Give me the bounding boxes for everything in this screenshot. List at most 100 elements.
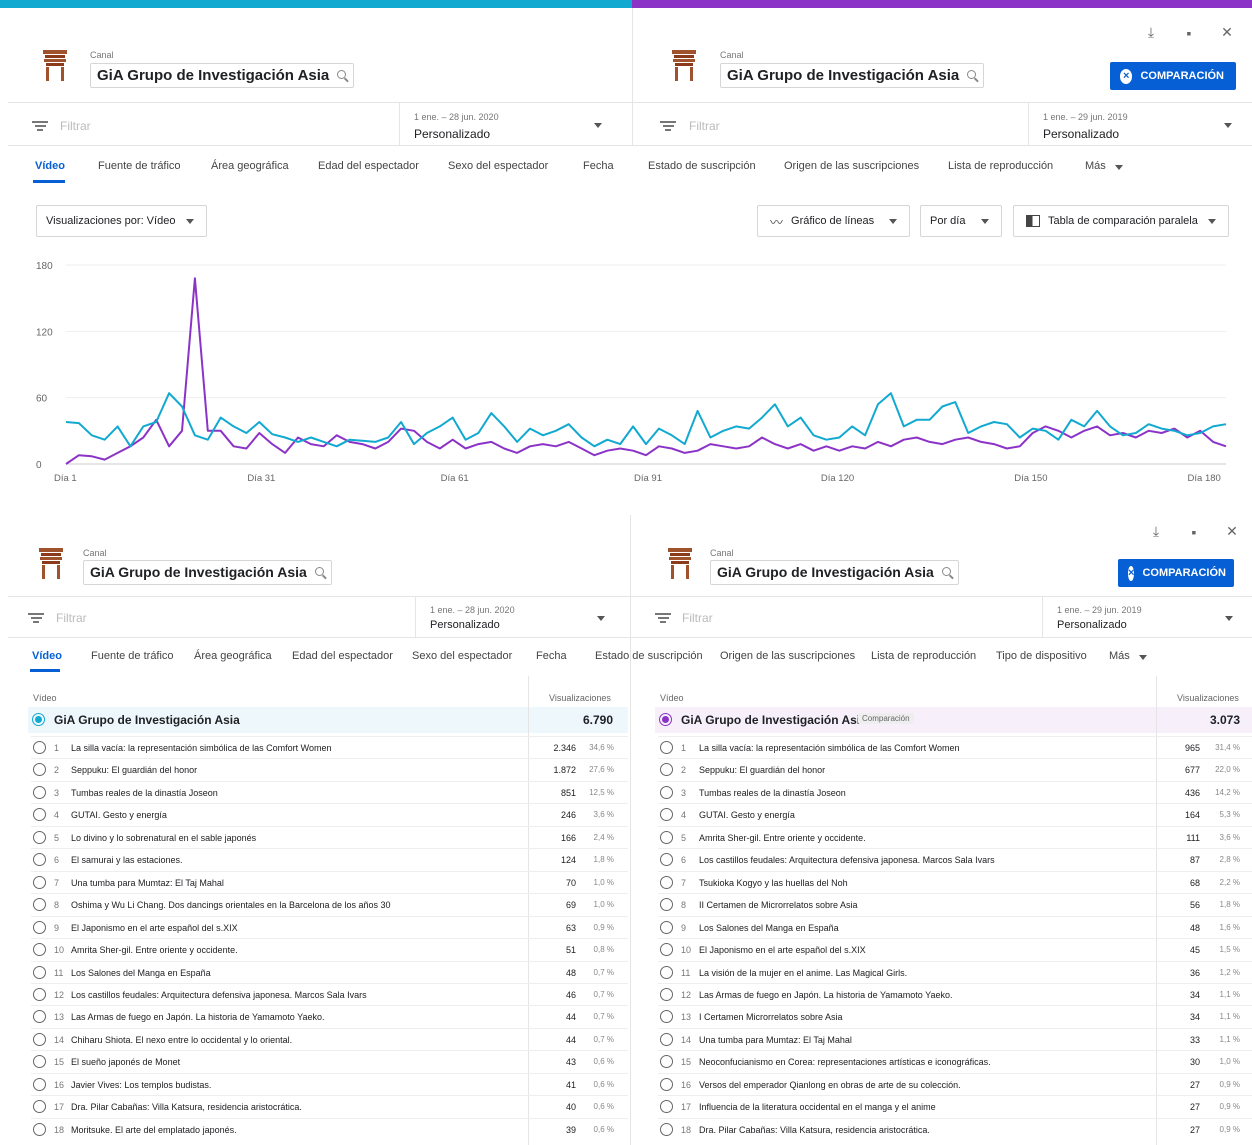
video-title[interactable]: Los castillos feudales: Arquitectura def…	[71, 990, 367, 1000]
video-title[interactable]: Las Armas de fuego en Japón. La historia…	[71, 1012, 325, 1022]
filter-icon[interactable]	[28, 613, 44, 623]
video-title[interactable]: El samurai y las estaciones.	[71, 855, 183, 865]
table-row[interactable]: 4 GUTAI. Gesto y energía 246 3,6 %	[31, 803, 628, 825]
radio-button[interactable]	[660, 830, 673, 844]
tab-area-geografica[interactable]: Área geográfica	[194, 650, 272, 662]
video-title[interactable]: GUTAI. Gesto y energía	[699, 810, 795, 820]
video-title[interactable]: II Certamen de Microrrelatos sobre Asia	[699, 900, 858, 910]
feedback-icon[interactable]: ▪	[1181, 25, 1197, 41]
table-row[interactable]: 10 El Japonismo en el arte español del s.…	[658, 938, 1252, 960]
table-row[interactable]: 5 Lo divino y lo sobrenatural en el sable…	[31, 825, 628, 848]
date-range-selector[interactable]: 1 ene. – 28 jun. 2020 Personalizado	[415, 597, 630, 637]
tab-origen-de-las-suscripciones[interactable]: Origen de las suscripciones	[784, 160, 919, 172]
column-header-views[interactable]: Visualizaciones	[1177, 693, 1239, 703]
comparison-button[interactable]: × COMPARACIÓN	[1110, 62, 1236, 90]
tab-estado-de-suscripcion[interactable]: Estado de suscripción	[648, 160, 756, 172]
tab-mas[interactable]: Más	[1085, 160, 1106, 172]
comparison-channel-selector[interactable]: GiA Grupo de Investigación Asia	[720, 63, 985, 88]
tab-edad-del-espectador[interactable]: Edad del espectador	[292, 650, 393, 662]
channel-selector[interactable]: GiA Grupo de Investigación Asia	[83, 560, 332, 585]
video-title[interactable]: Una tumba para Mumtaz: El Taj Mahal	[699, 1035, 852, 1045]
video-title[interactable]: Los Salones del Manga en España	[71, 968, 211, 978]
table-row[interactable]: 2 Seppuku: El guardián del honor 1.872 27,6…	[31, 758, 628, 780]
tab-lista-de-reproduccion[interactable]: Lista de reproducción	[948, 160, 1053, 172]
tab-lista-de-reproduccion[interactable]: Lista de reproducción	[871, 650, 976, 662]
table-row[interactable]: 6 Los castillos feudales: Arquitectura de…	[658, 848, 1252, 870]
radio-button[interactable]	[33, 1077, 46, 1091]
tab-tipo-de-dispositivo[interactable]: Tipo de dispositivo	[996, 650, 1087, 662]
video-title[interactable]: Dra. Pilar Cabañas: Villa Katsura, resid…	[699, 1125, 930, 1135]
radio-button[interactable]	[660, 741, 673, 754]
close-icon[interactable]: ✕	[1224, 523, 1240, 540]
radio-button[interactable]	[660, 965, 673, 979]
radio-button[interactable]	[33, 1100, 46, 1114]
radio-button[interactable]	[660, 1032, 673, 1046]
tab-video[interactable]: Vídeo	[35, 160, 65, 172]
radio-button[interactable]	[33, 943, 46, 957]
filter-input[interactable]: Filtrar	[682, 611, 713, 625]
video-title[interactable]: La silla vacía: la representación simból…	[71, 743, 331, 753]
video-title[interactable]: Versos del emperador Qianlong en obras d…	[699, 1080, 961, 1090]
video-title[interactable]: GUTAI. Gesto y energía	[71, 810, 167, 820]
radio-selected[interactable]	[32, 713, 45, 726]
filter-icon[interactable]	[660, 121, 676, 131]
radio-button[interactable]	[33, 830, 46, 844]
tab-sexo-del-espectador[interactable]: Sexo del espectador	[412, 650, 512, 662]
table-row[interactable]: 13 I Certamen Microrrelatos sobre Asia 34 1…	[658, 1005, 1252, 1027]
filter-input[interactable]: Filtrar	[56, 611, 87, 625]
table-row[interactable]: 8 Oshima y Wu Li Chang. Dos dancings orie…	[31, 893, 628, 915]
filter-icon[interactable]	[32, 121, 48, 131]
table-row[interactable]: 12 Las Armas de fuego en Japón. La histor…	[658, 982, 1252, 1005]
tab-estado-de-suscripcion[interactable]: Estado de suscripción	[595, 650, 703, 662]
metric-selector[interactable]: Visualizaciones por: Vídeo	[36, 205, 207, 237]
table-row[interactable]: 3 Tumbas reales de la dinastía Joseon 851 1…	[31, 780, 628, 803]
table-row[interactable]: 7 Tsukioka Kogyo y las huellas del Noh 68 2…	[658, 870, 1252, 893]
comparison-channel-selector[interactable]: GiA Grupo de Investigación Asia	[710, 560, 959, 585]
table-row[interactable]: 11 La visión de la mujer en el anime. Las…	[658, 960, 1252, 983]
radio-button[interactable]	[33, 920, 46, 934]
tab-edad-del-espectador[interactable]: Edad del espectador	[318, 160, 419, 172]
radio-button[interactable]	[33, 1122, 46, 1136]
radio-button[interactable]	[660, 898, 673, 912]
tab-video[interactable]: Vídeo	[32, 650, 62, 662]
video-title[interactable]: Dra. Pilar Cabañas: Villa Katsura, resid…	[71, 1102, 302, 1112]
video-title[interactable]: La silla vacía: la representación simból…	[699, 743, 959, 753]
tab-fuente-de-trafico[interactable]: Fuente de tráfico	[98, 160, 181, 172]
video-title[interactable]: El Japonismo en el arte español del s.XI…	[699, 945, 866, 955]
table-row[interactable]: 15 Neoconfucianismo en Corea: representac…	[658, 1050, 1252, 1072]
video-title[interactable]: Neoconfucianismo en Corea: representacio…	[699, 1057, 991, 1067]
table-row[interactable]: 7 Una tumba para Mumtaz: El Taj Mahal 70 1,…	[31, 870, 628, 893]
video-title[interactable]: Javier Vives: Los templos budistas.	[71, 1080, 211, 1090]
column-header-video[interactable]: Vídeo	[660, 693, 684, 703]
table-row[interactable]: 17 Dra. Pilar Cabañas: Villa Katsura, res…	[31, 1095, 628, 1117]
table-row[interactable]: 8 II Certamen de Microrrelatos sobre Asia…	[658, 893, 1252, 915]
radio-button[interactable]	[33, 808, 46, 822]
video-title[interactable]: Seppuku: El guardián del honor	[699, 765, 825, 775]
table-row[interactable]: 9 El Japonismo en el arte español del s.X…	[31, 915, 628, 938]
tab-fecha[interactable]: Fecha	[583, 160, 614, 172]
video-title[interactable]: Oshima y Wu Li Chang. Dos dancings orien…	[71, 900, 391, 910]
radio-button[interactable]	[33, 965, 46, 979]
comparison-date-range-selector[interactable]: 1 ene. – 29 jun. 2019 Personalizado	[1042, 597, 1252, 637]
video-title[interactable]: Chiharu Shiota. El nexo entre lo occiden…	[71, 1035, 292, 1045]
table-row[interactable]: 18 Dra. Pilar Cabañas: Villa Katsura, res…	[658, 1117, 1252, 1140]
radio-button[interactable]	[660, 1100, 673, 1114]
tab-fuente-de-trafico[interactable]: Fuente de tráfico	[91, 650, 174, 662]
video-title[interactable]: Tumbas reales de la dinastía Joseon	[71, 788, 218, 798]
radio-button[interactable]	[33, 1032, 46, 1046]
video-title[interactable]: Influencia de la literatura occidental e…	[699, 1102, 936, 1112]
table-row[interactable]: 17 Influencia de la literatura occidental…	[658, 1095, 1252, 1117]
table-row[interactable]: 14 Una tumba para Mumtaz: El Taj Mahal 33 1…	[658, 1027, 1252, 1050]
video-title[interactable]: Tumbas reales de la dinastía Joseon	[699, 788, 846, 798]
table-row[interactable]: 12 Los castillos feudales: Arquitectura d…	[31, 982, 628, 1005]
radio-button[interactable]	[33, 763, 46, 777]
radio-button[interactable]	[33, 853, 46, 867]
video-title[interactable]: Seppuku: El guardián del honor	[71, 765, 197, 775]
date-range-selector[interactable]: 1 ene. – 28 jun. 2020 Personalizado	[399, 103, 632, 145]
video-title[interactable]: Tsukioka Kogyo y las huellas del Noh	[699, 878, 848, 888]
radio-button[interactable]	[660, 1077, 673, 1091]
comparison-total-row[interactable]: GiA Grupo de Investigación Asia Comparac…	[655, 707, 1252, 733]
video-title[interactable]: Las Armas de fuego en Japón. La historia…	[699, 990, 953, 1000]
comparison-table-selector[interactable]: Tabla de comparación paralela	[1013, 205, 1229, 237]
radio-button[interactable]	[660, 808, 673, 822]
